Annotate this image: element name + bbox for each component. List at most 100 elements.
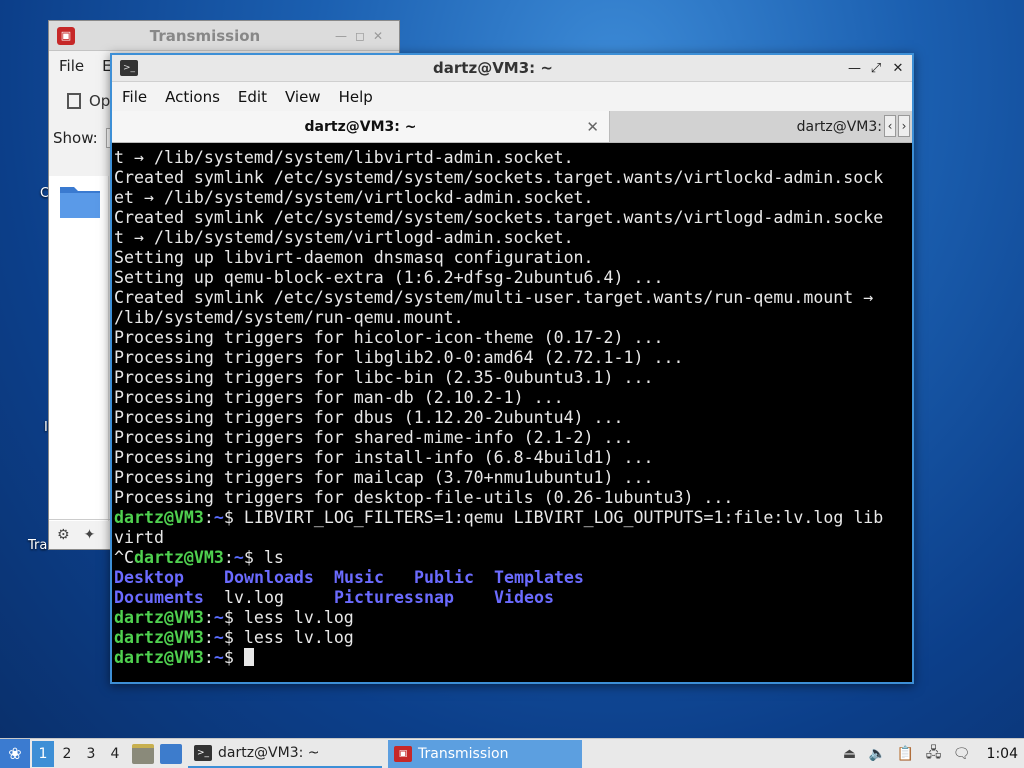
terminal-window[interactable]: >_ dartz@VM3: ~ — ⤢ ✕ File Actions Edit … [110,53,914,684]
workspace-3[interactable]: 3 [80,741,102,767]
window-controls[interactable]: —◻✕ [335,29,391,43]
transmission-list [49,176,109,521]
taskbar: ❀ 1 2 3 4 >_ dartz@VM3: ~ ▣ Transmission… [0,738,1024,768]
task-label: Transmission [418,745,509,762]
menu-help[interactable]: Help [339,88,373,106]
workspace-2[interactable]: 2 [56,741,78,767]
clipboard-icon[interactable]: 📋 [897,745,915,763]
menu-file[interactable]: File [59,57,84,75]
show-desktop-icon[interactable] [160,743,182,764]
command-text: LIBVIRT_LOG_FILTERS=1:qemu LIBVIRT_LOG_O… [243,508,884,527]
prompt-sep: : [203,648,214,667]
prompt-dollar: $ [223,508,244,527]
maximize-icon[interactable]: ⤢ [870,61,882,76]
prompt-line: dartz@VM3:~$ less lv.log [114,608,910,628]
folder-icon [60,187,100,218]
text-cursor [243,648,254,666]
system-tray: ⏏ 🔈 📋 🖧 🗨 1:04 [841,745,1024,763]
prompt-line: dartz@VM3:~$ LIBVIRT_LOG_FILTERS=1:qemu … [114,508,910,528]
terminal-titlebar[interactable]: >_ dartz@VM3: ~ — ⤢ ✕ [112,55,912,82]
terminal-tabbar: dartz@VM3: ~ ✕ dartz@VM3: ‹ › [112,111,912,143]
menu-edit[interactable]: Edit [238,88,267,106]
tab-close-icon[interactable]: ✕ [586,118,599,136]
prompt-sep: : [223,548,234,567]
turtle-icon[interactable]: ✦ [84,527,96,543]
menu-view[interactable]: View [285,88,321,106]
output-line: virtd [114,528,164,547]
ls-entry: Templates [494,568,584,587]
terminal-menubar: File Actions Edit View Help [112,82,912,111]
output-line: et → /lib/systemd/system/virtlockd-admin… [114,188,594,207]
menu-actions[interactable]: Actions [165,88,220,106]
ls-entry: Documents [114,588,204,607]
task-terminal[interactable]: >_ dartz@VM3: ~ [188,740,382,768]
network-icon[interactable]: 🖧 [925,745,943,763]
eject-icon[interactable]: ⏏ [841,745,859,763]
task-label: dartz@VM3: ~ [218,744,320,761]
output-line: t → /lib/systemd/system/libvirtd-admin.s… [114,148,574,167]
terminal-output[interactable]: t → /lib/systemd/system/libvirtd-admin.s… [114,146,910,680]
task-transmission[interactable]: ▣ Transmission [388,739,582,768]
output-line: Processing triggers for mailcap (3.70+nm… [114,468,654,487]
tab-active[interactable]: dartz@VM3: ~ ✕ [112,111,610,142]
output-line: Processing triggers for libc-bin (2.35-0… [114,368,654,387]
output-line: Created symlink /etc/systemd/system/mult… [114,288,874,307]
notification-icon[interactable]: 🗨 [953,745,971,763]
prompt-dollar: $ [243,548,264,567]
start-menu-icon[interactable]: ❀ [0,738,30,768]
output-line: Created symlink /etc/systemd/system/sock… [114,168,884,187]
ls-row: Desktop Downloads Music Public Templates [114,568,910,588]
output-line: Processing triggers for install-info (6.… [114,448,654,467]
prompt-path: ~ [213,608,224,627]
prompt-path: ~ [213,508,224,527]
menu-file[interactable]: File [122,88,147,106]
ls-entry: Desktop [114,568,184,587]
workspace-4[interactable]: 4 [104,741,126,767]
open-button[interactable]: Op [89,92,110,110]
prompt-dollar: $ [223,628,244,647]
output-line: Processing triggers for man-db (2.10.2-1… [114,388,564,407]
terminal-icon: >_ [120,60,138,76]
tab-label: dartz@VM3: [796,118,882,135]
volume-icon[interactable]: 🔈 [869,745,887,763]
transmission-icon: ▣ [57,26,75,45]
output-line: Processing triggers for libglib2.0-0:amd… [114,348,684,367]
desktop-label-3[interactable]: Tra [28,538,47,553]
prompt-sep: : [203,608,214,627]
prompt-user: dartz@VM3 [114,648,204,667]
prompt-sep: : [203,508,214,527]
prompt-user: dartz@VM3 [114,508,204,527]
tab-label: dartz@VM3: ~ [304,118,417,135]
prompt-line: dartz@VM3:~$ less lv.log [114,628,910,648]
output-line: Setting up libvirt-daemon dnsmasq config… [114,248,594,267]
workspace-1[interactable]: 1 [32,740,54,767]
chevron-left-icon[interactable]: ‹ [884,115,896,137]
chevron-right-icon[interactable]: › [898,115,910,137]
file-manager-icon[interactable] [132,743,154,764]
output-line: Created symlink /etc/systemd/system/sock… [114,208,884,227]
command-text: less lv.log [243,608,354,627]
transmission-title: Transmission [149,26,261,45]
ls-entry: Pictures [334,588,414,607]
ls-row: Documents lv.log Picturessnap Videos [114,588,910,608]
clock[interactable]: 1:04 [987,746,1018,762]
prompt-line: ^Cdartz@VM3:~$ ls [114,548,910,568]
open-icon[interactable] [67,93,81,109]
close-icon[interactable]: ✕ [892,61,904,76]
ls-entry: Public [414,568,474,587]
prompt-dollar: $ [223,648,244,667]
output-line: t → /lib/systemd/system/virtlogd-admin.s… [114,228,574,247]
tab-inactive[interactable]: dartz@VM3: ‹ › [610,111,912,142]
interrupt-text: ^C [114,548,134,567]
prompt-line-current[interactable]: dartz@VM3:~$ [114,648,910,668]
ls-entry: lv.log [224,588,284,607]
command-text: less lv.log [243,628,354,647]
transmission-titlebar[interactable]: ▣ Transmission —◻✕ [49,21,399,51]
minimize-icon[interactable]: — [848,61,861,76]
command-text: ls [263,548,284,567]
output-line: /lib/systemd/system/run-qemu.mount. [114,308,464,327]
output-line: Processing triggers for shared-mime-info… [114,428,634,447]
prompt-path: ~ [213,628,224,647]
settings-icon[interactable]: ⚙ [57,527,70,543]
ls-entry: snap [414,588,454,607]
